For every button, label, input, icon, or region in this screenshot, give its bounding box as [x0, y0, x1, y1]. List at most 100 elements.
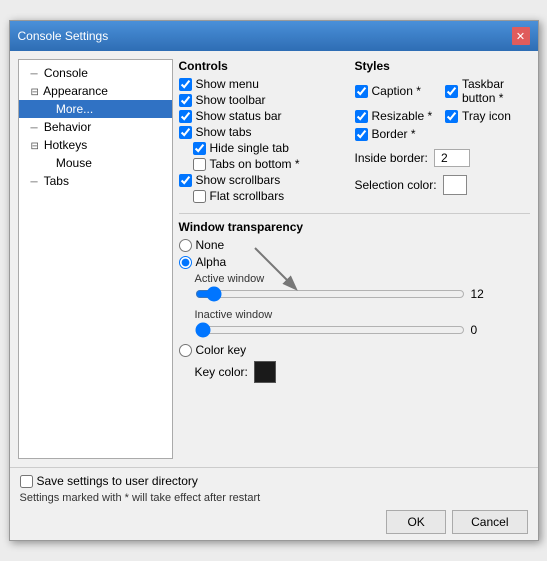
footnote-text: Settings marked with * will take effect … — [20, 492, 528, 504]
radio-alpha[interactable] — [179, 256, 192, 269]
active-window-value: 12 — [471, 287, 491, 301]
cb-row-tray-icon: Tray icon — [445, 109, 530, 123]
title-bar: Console Settings ✕ — [10, 21, 538, 51]
cb-row-taskbar-button: Taskbar button * — [445, 77, 530, 105]
right-panel: Controls Show menu Show toolbar Sho — [179, 59, 530, 459]
cb-label-tray-icon: Tray icon — [462, 109, 511, 123]
radio-label-color-key: Color key — [196, 343, 247, 357]
color-key-section: Color key Key color: — [179, 343, 530, 383]
cb-show-status-bar[interactable] — [179, 110, 192, 123]
cb-label-show-toolbar: Show toolbar — [196, 93, 266, 107]
cb-row-show-tabs: Show tabs — [179, 125, 343, 139]
top-panels-row: Controls Show menu Show toolbar Sho — [179, 59, 530, 205]
sidebar-item-mouse[interactable]: Mouse — [19, 154, 172, 172]
cb-row-show-scrollbars: Show scrollbars — [179, 173, 343, 187]
save-settings-checkbox[interactable] — [20, 475, 33, 488]
expander-behavior: ─ — [31, 123, 41, 134]
dialog-window: Console Settings ✕ ─ Console ⊟ Appearanc… — [9, 20, 539, 541]
cb-show-tabs[interactable] — [179, 126, 192, 139]
cb-taskbar-button[interactable] — [445, 85, 458, 98]
radio-none[interactable] — [179, 239, 192, 252]
cb-label-border: Border * — [372, 127, 416, 141]
inactive-window-label: Inactive window — [195, 309, 530, 321]
cb-label-taskbar-button: Taskbar button * — [462, 77, 530, 105]
bottom-bar: Save settings to user directory Settings… — [10, 467, 538, 540]
radio-row-alpha: Alpha — [179, 255, 530, 269]
cb-show-scrollbars[interactable] — [179, 174, 192, 187]
inactive-window-value: 0 — [471, 323, 491, 337]
expander-appearance: ⊟ — [31, 87, 41, 98]
cb-row-show-status-bar: Show status bar — [179, 109, 343, 123]
selection-color-row: Selection color: — [355, 175, 530, 195]
sidebar-item-tabs[interactable]: ─ Tabs — [19, 172, 172, 190]
cb-label-show-menu: Show menu — [196, 77, 259, 91]
sidebar-label-behavior: Behavior — [44, 120, 91, 134]
ok-button[interactable]: OK — [386, 510, 446, 534]
inactive-window-slider-row: 0 — [195, 323, 530, 337]
sidebar-label-console: Console — [44, 66, 88, 80]
radio-row-color-key: Color key — [179, 343, 530, 357]
cb-row-caption: Caption * — [355, 77, 440, 105]
sidebar-item-appearance[interactable]: ⊟ Appearance — [19, 82, 172, 100]
dialog-title: Console Settings — [18, 29, 109, 43]
main-content: ─ Console ⊟ Appearance More... ─ Behavio… — [10, 51, 538, 467]
cb-row-resizable: Resizable * — [355, 109, 440, 123]
active-window-slider-area: Active window 12 — [195, 273, 530, 301]
sidebar-label-hotkeys: Hotkeys — [44, 138, 87, 152]
sidebar-item-hotkeys[interactable]: ⊟ Hotkeys — [19, 136, 172, 154]
cb-row-border: Border * — [355, 127, 440, 141]
inactive-window-slider[interactable] — [195, 323, 465, 337]
save-settings-label: Save settings to user directory — [37, 474, 198, 488]
cb-resizable[interactable] — [355, 110, 368, 123]
cb-label-show-status-bar: Show status bar — [196, 109, 282, 123]
cb-label-show-scrollbars: Show scrollbars — [196, 173, 281, 187]
sidebar-item-console[interactable]: ─ Console — [19, 64, 172, 82]
sidebar-label-tabs: Tabs — [44, 174, 69, 188]
radio-color-key[interactable] — [179, 344, 192, 357]
cb-tabs-on-bottom[interactable] — [193, 158, 206, 171]
controls-label: Controls — [179, 59, 343, 73]
selection-color-box[interactable] — [443, 175, 467, 195]
radio-row-none: None — [179, 238, 530, 252]
cb-hide-single-tab[interactable] — [193, 142, 206, 155]
inactive-window-slider-area: Inactive window 0 — [195, 309, 530, 337]
key-color-label: Key color: — [195, 365, 248, 379]
sidebar-label-mouse: Mouse — [56, 156, 92, 170]
cb-label-hide-single-tab: Hide single tab — [210, 141, 289, 155]
active-window-slider-row: 12 — [195, 287, 530, 301]
styles-section: Styles Caption * Taskbar button * — [355, 59, 530, 205]
cb-caption[interactable] — [355, 85, 368, 98]
inside-border-label: Inside border: — [355, 151, 428, 165]
expander-hotkeys: ⊟ — [31, 141, 41, 152]
transparency-label: Window transparency — [179, 220, 530, 234]
dialog-body: ─ Console ⊟ Appearance More... ─ Behavio… — [10, 51, 538, 540]
color-key-row: Key color: — [195, 361, 530, 383]
cb-label-flat-scrollbars: Flat scrollbars — [210, 189, 285, 203]
cb-label-resizable: Resizable * — [372, 109, 433, 123]
selection-color-label: Selection color: — [355, 178, 437, 192]
inside-border-input[interactable] — [434, 149, 470, 167]
cb-row-show-menu: Show menu — [179, 77, 343, 91]
sidebar-item-more[interactable]: More... — [19, 100, 172, 118]
close-button[interactable]: ✕ — [512, 27, 530, 45]
radio-label-alpha: Alpha — [196, 255, 227, 269]
cb-show-toolbar[interactable] — [179, 94, 192, 107]
cb-show-menu[interactable] — [179, 78, 192, 91]
cb-row-show-toolbar: Show toolbar — [179, 93, 343, 107]
cb-label-tabs-on-bottom: Tabs on bottom * — [210, 157, 300, 171]
cancel-button[interactable]: Cancel — [452, 510, 527, 534]
active-window-label: Active window — [195, 273, 530, 285]
cb-flat-scrollbars[interactable] — [193, 190, 206, 203]
cb-tray-icon[interactable] — [445, 110, 458, 123]
active-window-slider[interactable] — [195, 287, 465, 301]
sidebar-tree: ─ Console ⊟ Appearance More... ─ Behavio… — [18, 59, 173, 459]
cb-label-caption: Caption * — [372, 84, 421, 98]
button-row: OK Cancel — [20, 510, 528, 534]
expander-tabs: ─ — [31, 177, 41, 188]
expander-console: ─ — [31, 69, 41, 80]
key-color-box[interactable] — [254, 361, 276, 383]
cb-row-hide-single-tab: Hide single tab — [193, 141, 343, 155]
cb-label-show-tabs: Show tabs — [196, 125, 252, 139]
sidebar-item-behavior[interactable]: ─ Behavior — [19, 118, 172, 136]
cb-border[interactable] — [355, 128, 368, 141]
